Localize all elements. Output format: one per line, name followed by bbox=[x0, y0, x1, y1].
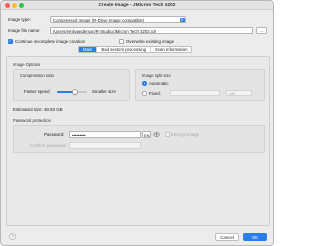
compression-slider-knob[interactable] bbox=[72, 88, 78, 95]
split-unit-select[interactable]: GB bbox=[226, 90, 252, 96]
cancel-button[interactable]: Cancel bbox=[215, 233, 239, 241]
tab-bar: Main Bad sectors processing Scan Informa… bbox=[78, 46, 193, 53]
browse-button[interactable]: ... bbox=[256, 27, 267, 34]
reveal-password-icon[interactable] bbox=[153, 131, 160, 138]
image-options-title: Image Options bbox=[13, 62, 41, 67]
main-tab-panel: Image Options Compression ratio Faster s… bbox=[6, 56, 270, 226]
continue-incomplete-label: Continue incomplete image creation bbox=[15, 39, 86, 44]
split-fixed-size-input[interactable] bbox=[170, 90, 220, 96]
title-bar: Create Image - JMicron Tech 3202 bbox=[1, 1, 273, 10]
image-type-value: Compressed Image (R-Drive Image compatib… bbox=[53, 18, 145, 23]
tab-scan-information[interactable]: Scan Information bbox=[151, 47, 191, 52]
overwrite-existing-label: Overwrite existing image bbox=[126, 39, 175, 44]
tab-bad-sectors-processing[interactable]: Bad sectors processing bbox=[97, 47, 151, 52]
password-input[interactable]: ••••••••• bbox=[69, 131, 141, 138]
split-automatic-radio[interactable] bbox=[142, 81, 147, 86]
password-protection-title: Password protection bbox=[13, 118, 51, 123]
split-fixed-radio[interactable] bbox=[142, 91, 147, 96]
compression-ratio-group: Compression ratio Faster speed Smaller s… bbox=[13, 69, 130, 101]
window-title: Create Image - JMicron Tech 3202 bbox=[98, 2, 176, 8]
continue-incomplete-checkbox[interactable]: ✓ bbox=[8, 39, 13, 44]
split-automatic-label: Automatic bbox=[149, 81, 169, 86]
split-unit-value: GB bbox=[229, 91, 235, 96]
password-label: Password: bbox=[44, 132, 65, 137]
password-protection-group: Password: ••••••••• EN Encrypt image Con… bbox=[13, 125, 265, 153]
image-split-size-group: Image split size Automatic Fixed: GB bbox=[135, 69, 265, 101]
tab-main[interactable]: Main bbox=[79, 47, 98, 52]
chevron-updown-icon: ⇵ bbox=[179, 17, 185, 22]
compression-ratio-title: Compression ratio bbox=[20, 73, 54, 78]
confirm-password-label: Confirm password: bbox=[30, 143, 67, 148]
encrypt-image-label: Encrypt image bbox=[171, 132, 200, 137]
input-language-badge: EN bbox=[142, 131, 151, 138]
encrypt-image-checkbox[interactable] bbox=[165, 132, 170, 137]
image-file-name-input[interactable]: /Users/emilyanderson/R-Studio/JMicron Te… bbox=[50, 27, 253, 34]
ok-button[interactable]: OK bbox=[243, 233, 267, 241]
image-file-name-label: Image file name: bbox=[8, 28, 41, 33]
create-image-dialog: Create Image - JMicron Tech 3202 Image t… bbox=[0, 0, 274, 246]
image-split-size-title: Image split size bbox=[142, 73, 171, 78]
faster-speed-label: Faster speed bbox=[24, 89, 50, 94]
split-fixed-label: Fixed: bbox=[149, 91, 161, 96]
help-button[interactable]: ? bbox=[9, 233, 16, 240]
confirm-password-input[interactable] bbox=[69, 142, 141, 149]
image-type-label: Image type: bbox=[8, 17, 31, 22]
overwrite-existing-checkbox[interactable] bbox=[119, 39, 124, 44]
image-type-select[interactable]: Compressed Image (R-Drive Image compatib… bbox=[50, 16, 186, 23]
estimated-size-text: Estimated size: 48.83 GB bbox=[13, 107, 63, 112]
smaller-size-label: Smaller size bbox=[92, 89, 116, 94]
